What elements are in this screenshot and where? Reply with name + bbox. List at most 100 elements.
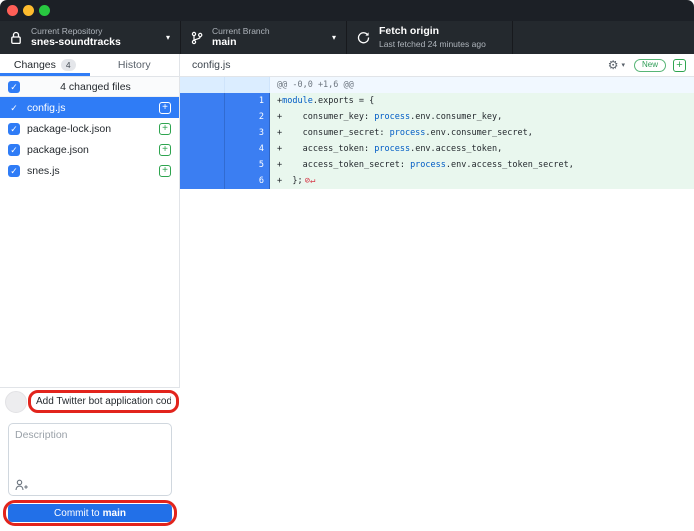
code-text: access_token:: [282, 144, 374, 154]
commit-button-prefix: Commit to: [54, 508, 100, 519]
toolbar-spacer: [513, 21, 694, 54]
fetch-label: Fetch origin: [379, 25, 502, 38]
code-line: + consumer_secret: process.env.consumer_…: [270, 125, 535, 141]
code-line: + consumer_key: process.env.consumer_key…: [270, 109, 504, 125]
branch-selector[interactable]: Current Branch main ▾: [181, 21, 347, 54]
code-line: + access_token_secret: process.env.acces…: [270, 157, 576, 173]
tab-changes[interactable]: Changes 4: [0, 54, 90, 76]
branch-label: Current Branch: [212, 26, 326, 36]
close-button[interactable]: [7, 5, 18, 16]
code-line: + };⊘↵: [270, 173, 315, 189]
old-line-number-gutter: [180, 93, 225, 109]
code-keyword: process: [410, 160, 446, 170]
commit-description-input[interactable]: [9, 424, 171, 474]
code-text: };: [282, 176, 302, 186]
code-keyword: module: [282, 96, 313, 106]
code-line: + access_token: process.env.access_token…: [270, 141, 504, 157]
new-line-number-gutter: 5: [225, 157, 270, 173]
code-keyword: process: [374, 144, 410, 154]
file-checkbox[interactable]: ✓: [8, 102, 20, 114]
file-name: snes.js: [27, 165, 152, 177]
traffic-lights: [7, 5, 50, 16]
description-box: [8, 423, 172, 496]
avatar: [5, 391, 27, 413]
hunk-gutter: [180, 77, 225, 93]
files-header: ✓ 4 changed files: [0, 77, 179, 97]
add-coauthor-icon[interactable]: [15, 479, 29, 491]
file-row-snes-js[interactable]: ✓ snes.js +: [0, 160, 179, 181]
new-line-number-gutter: 2: [225, 109, 270, 125]
repository-selector[interactable]: Current Repository snes-soundtracks ▾: [0, 21, 181, 54]
file-name: config.js: [27, 102, 152, 114]
added-file-icon: +: [159, 123, 171, 135]
file-checkbox[interactable]: ✓: [8, 144, 20, 156]
select-all-checkbox[interactable]: ✓: [8, 81, 20, 93]
tab-history-label: History: [118, 59, 151, 71]
added-file-icon: +: [159, 165, 171, 177]
changes-count-badge: 4: [61, 59, 76, 71]
diff-options-button[interactable]: ⚙ ▾: [608, 59, 625, 71]
diff-line[interactable]: 3 + consumer_secret: process.env.consume…: [180, 125, 694, 141]
branch-value: main: [212, 36, 326, 49]
branch-text: Current Branch main: [212, 26, 326, 49]
diff-header: config.js ⚙ ▾ New +: [180, 54, 694, 77]
diff-line[interactable]: 4 + access_token: process.env.access_tok…: [180, 141, 694, 157]
code-line: +module.exports = {: [270, 93, 376, 109]
diff-line[interactable]: 6 + };⊘↵: [180, 173, 694, 189]
tab-history[interactable]: History: [90, 54, 180, 76]
added-file-icon: +: [159, 102, 171, 114]
no-newline-icon: ⊘↵: [305, 176, 316, 186]
commit-panel: Commit to main: [0, 387, 180, 531]
file-row-package-lock-json[interactable]: ✓ package-lock.json +: [0, 118, 179, 139]
changes-sidebar: Changes 4 History ✓ 4 changed files ✓ co…: [0, 54, 180, 477]
repository-value: snes-soundtracks: [31, 36, 160, 49]
code-text: .exports = {: [313, 96, 374, 106]
commit-annotation-highlight: Commit to main: [3, 500, 177, 526]
github-desktop-window: { "toolbar": { "repository": { "label": …: [0, 0, 694, 477]
code-text: .env.access_token_secret,: [446, 160, 574, 170]
code-text: .env.consumer_key,: [410, 112, 502, 122]
new-line-number-gutter: 4: [225, 141, 270, 157]
code-text: consumer_secret:: [282, 128, 389, 138]
hunk-header-row: @@ -0,0 +1,6 @@: [180, 77, 694, 93]
minimize-button[interactable]: [23, 5, 34, 16]
new-line-number-gutter: 1: [225, 93, 270, 109]
file-name: package.json: [27, 144, 152, 156]
chevron-down-icon: ▾: [332, 33, 336, 42]
file-name: package-lock.json: [27, 123, 152, 135]
code-keyword: process: [374, 112, 410, 122]
titlebar: [0, 0, 694, 21]
diff-line[interactable]: 5 + access_token_secret: process.env.acc…: [180, 157, 694, 173]
diff-line[interactable]: 2 + consumer_key: process.env.consumer_k…: [180, 109, 694, 125]
fetch-origin-button[interactable]: Fetch origin Last fetched 24 minutes ago: [347, 21, 513, 54]
lock-icon: [10, 31, 22, 45]
chevron-down-icon: ▾: [621, 61, 625, 69]
file-row-package-json[interactable]: ✓ package.json +: [0, 139, 179, 160]
file-checkbox[interactable]: ✓: [8, 165, 20, 177]
git-branch-icon: [191, 31, 203, 45]
commit-button[interactable]: Commit to main: [8, 504, 172, 522]
commit-summary-input[interactable]: [31, 396, 176, 407]
code-text: .env.access_token,: [410, 144, 502, 154]
commit-button-branch: main: [103, 508, 126, 519]
old-line-number-gutter: [180, 157, 225, 173]
summary-annotation-highlight: [28, 390, 179, 413]
new-line-number-gutter: 3: [225, 125, 270, 141]
old-line-number-gutter: [180, 109, 225, 125]
diff-view: config.js ⚙ ▾ New + @@ -0,0 +1,6 @@ 1 +m…: [180, 54, 694, 477]
diff-line[interactable]: 1 +module.exports = {: [180, 93, 694, 109]
tab-changes-label: Changes: [14, 59, 56, 71]
diff-file-name: config.js: [192, 59, 608, 71]
old-line-number-gutter: [180, 141, 225, 157]
toolbar: Current Repository snes-soundtracks ▾ Cu…: [0, 21, 694, 54]
fetch-text: Fetch origin Last fetched 24 minutes ago: [379, 25, 502, 49]
old-line-number-gutter: [180, 173, 225, 189]
new-file-badge: New: [634, 59, 666, 72]
files-header-label: 4 changed files: [20, 81, 171, 93]
zoom-button[interactable]: [39, 5, 50, 16]
chevron-down-icon: ▾: [166, 33, 170, 42]
code-text: consumer_key:: [282, 112, 374, 122]
file-checkbox[interactable]: ✓: [8, 123, 20, 135]
old-line-number-gutter: [180, 125, 225, 141]
file-row-config-js[interactable]: ✓ config.js +: [0, 97, 179, 118]
